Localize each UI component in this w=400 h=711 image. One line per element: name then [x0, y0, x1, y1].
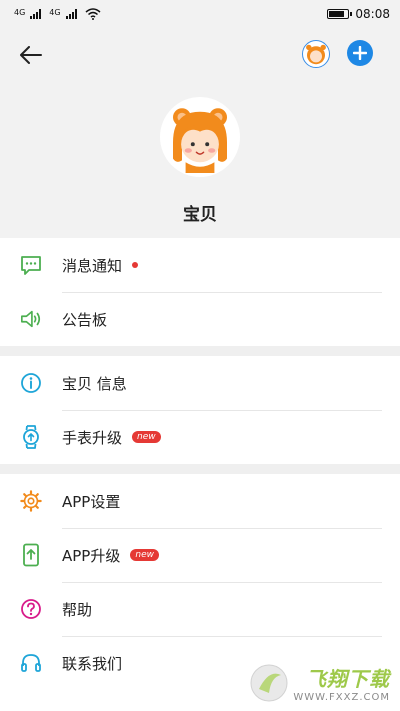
menu-item-notifications[interactable]: 消息通知 — [0, 238, 400, 292]
menu-item-help[interactable]: 帮助 — [0, 582, 400, 636]
gear-icon — [20, 490, 42, 512]
unread-dot — [132, 262, 139, 268]
status-time: 08:08 — [355, 7, 390, 21]
profile-header: 宝贝 — [0, 28, 400, 238]
profile-avatar[interactable] — [160, 97, 240, 177]
profile-name: 宝贝 — [183, 205, 217, 225]
watermark: 飞翔下载 WWW.FXXZ.COM — [249, 663, 390, 703]
child-avatar-icon — [306, 44, 326, 65]
menu-item-label: 宝贝 信息 — [62, 374, 127, 393]
new-badge: new — [130, 549, 159, 561]
menu-item-baby-info[interactable]: 宝贝 信息 — [0, 356, 400, 410]
info-icon — [21, 373, 41, 393]
menu-item-label: 联系我们 — [62, 654, 123, 673]
menu-item-label: APP设置 — [62, 492, 121, 511]
section-divider — [0, 464, 400, 474]
signal2-label: 4G — [49, 8, 61, 17]
menu-group-device: 宝贝 信息 手表升级 new — [0, 356, 400, 464]
phone-upgrade-icon — [23, 543, 39, 567]
watermark-url: WWW.FXXZ.COM — [293, 692, 390, 703]
menu-item-bulletin[interactable]: 公告板 — [0, 292, 400, 346]
back-button[interactable] — [14, 38, 48, 72]
menu-item-watch-upgrade[interactable]: 手表升级 new — [0, 410, 400, 464]
watch-icon — [23, 425, 39, 449]
menu-item-label: 帮助 — [62, 600, 93, 619]
headset-icon — [21, 654, 41, 672]
battery-icon — [327, 9, 353, 19]
watermark-logo-icon — [250, 664, 288, 702]
arrow-left-icon — [20, 46, 42, 64]
signal-icon — [30, 9, 42, 19]
section-divider — [0, 346, 400, 356]
signal-icon — [65, 9, 77, 19]
device-avatar-button[interactable] — [302, 40, 330, 68]
plus-icon — [353, 46, 367, 60]
signal1-label: 4G — [14, 8, 26, 17]
menu-item-label: APP升级 — [62, 546, 121, 565]
watermark-text: 飞翔下载 — [306, 667, 390, 691]
help-icon — [21, 599, 41, 619]
wifi-icon — [85, 8, 101, 20]
menu-group-app: APP设置 APP升级 new 帮助 联系我们 — [0, 474, 400, 690]
menu-item-app-settings[interactable]: APP设置 — [0, 474, 400, 528]
status-bar: 4G 4G 08:08 — [0, 0, 400, 28]
menu-item-label: 手表升级 — [62, 428, 123, 447]
menu-item-label: 公告板 — [62, 310, 108, 329]
add-button[interactable] — [347, 40, 373, 66]
speaker-icon — [21, 310, 41, 328]
menu-group-notifications: 消息通知 公告板 — [0, 238, 400, 346]
menu-item-label: 消息通知 — [62, 256, 123, 275]
menu-item-app-upgrade[interactable]: APP升级 new — [0, 528, 400, 582]
child-avatar-icon — [173, 108, 227, 173]
new-badge: new — [132, 431, 161, 443]
message-icon — [21, 256, 41, 275]
